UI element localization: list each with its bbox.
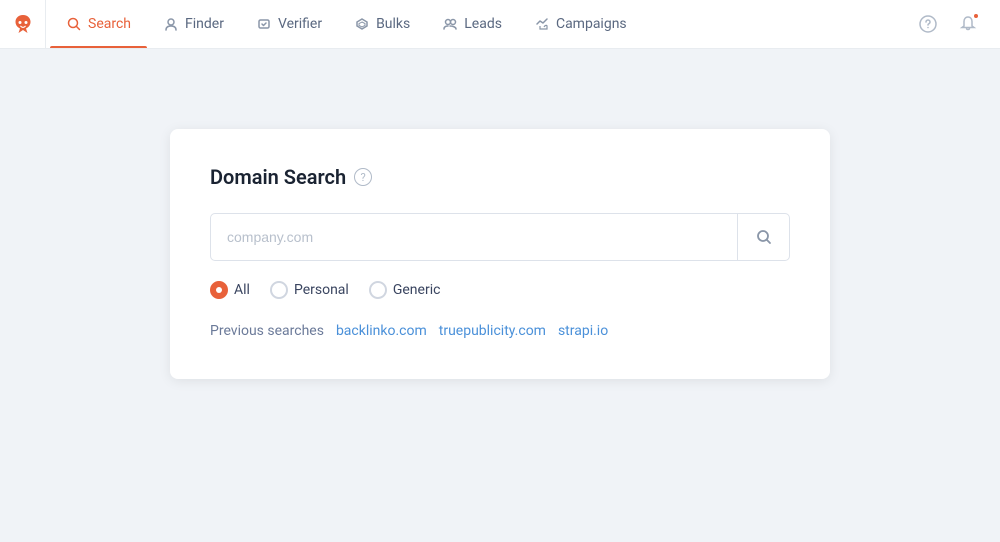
- notification-badge: [972, 12, 980, 20]
- filter-all-label: All: [234, 282, 250, 298]
- nav-label-bulks: Bulks: [376, 16, 410, 32]
- radio-all: [210, 281, 228, 299]
- filter-personal-label: Personal: [294, 282, 349, 298]
- nav-item-leads[interactable]: Leads: [426, 0, 518, 48]
- nav-item-verifier[interactable]: Verifier: [240, 0, 338, 48]
- filter-generic-label: Generic: [393, 282, 441, 298]
- prev-search-strapi[interactable]: strapi.io: [558, 323, 608, 339]
- card-help-icon[interactable]: ?: [354, 168, 372, 186]
- nav-item-campaigns[interactable]: Campaigns: [518, 0, 643, 48]
- domain-search-row: [210, 213, 790, 261]
- notification-button[interactable]: [952, 8, 984, 40]
- logo[interactable]: [0, 0, 46, 49]
- nav-item-finder[interactable]: Finder: [147, 0, 240, 48]
- previous-searches-label: Previous searches: [210, 323, 324, 339]
- main-content: Domain Search ? All P: [0, 49, 1000, 542]
- verifier-nav-icon: [256, 16, 272, 32]
- finder-nav-icon: [163, 16, 179, 32]
- campaigns-nav-icon: [534, 16, 550, 32]
- nav-label-leads: Leads: [464, 16, 502, 32]
- leads-nav-icon: [442, 16, 458, 32]
- navbar: Search Finder Verifier: [0, 0, 1000, 49]
- card-title: Domain Search: [210, 165, 346, 189]
- filter-generic[interactable]: Generic: [369, 281, 441, 299]
- nav-label-search: Search: [88, 16, 131, 32]
- nav-label-verifier: Verifier: [278, 16, 322, 32]
- filter-row: All Personal Generic: [210, 281, 790, 299]
- nav-item-search[interactable]: Search: [50, 0, 147, 48]
- filter-personal[interactable]: Personal: [270, 281, 349, 299]
- previous-searches-row: Previous searches backlinko.com truepubl…: [210, 323, 790, 339]
- search-submit-icon: [756, 229, 772, 245]
- nav-right: [912, 8, 1000, 40]
- search-nav-icon: [66, 16, 82, 32]
- help-icon: [919, 15, 937, 33]
- nav-label-campaigns: Campaigns: [556, 16, 627, 32]
- prev-search-truepublicity[interactable]: truepublicity.com: [439, 323, 546, 339]
- radio-generic: [369, 281, 387, 299]
- nav-label-finder: Finder: [185, 16, 224, 32]
- filter-all[interactable]: All: [210, 281, 250, 299]
- nav-item-bulks[interactable]: Bulks: [338, 0, 426, 48]
- radio-personal: [270, 281, 288, 299]
- logo-icon: [11, 12, 35, 36]
- domain-search-button[interactable]: [737, 214, 789, 260]
- nav-items: Search Finder Verifier: [46, 0, 912, 48]
- prev-search-backlinko[interactable]: backlinko.com: [336, 323, 427, 339]
- domain-search-card: Domain Search ? All P: [170, 129, 830, 379]
- help-button[interactable]: [912, 8, 944, 40]
- card-title-row: Domain Search ?: [210, 165, 790, 189]
- domain-search-input[interactable]: [211, 217, 737, 257]
- bulks-nav-icon: [354, 16, 370, 32]
